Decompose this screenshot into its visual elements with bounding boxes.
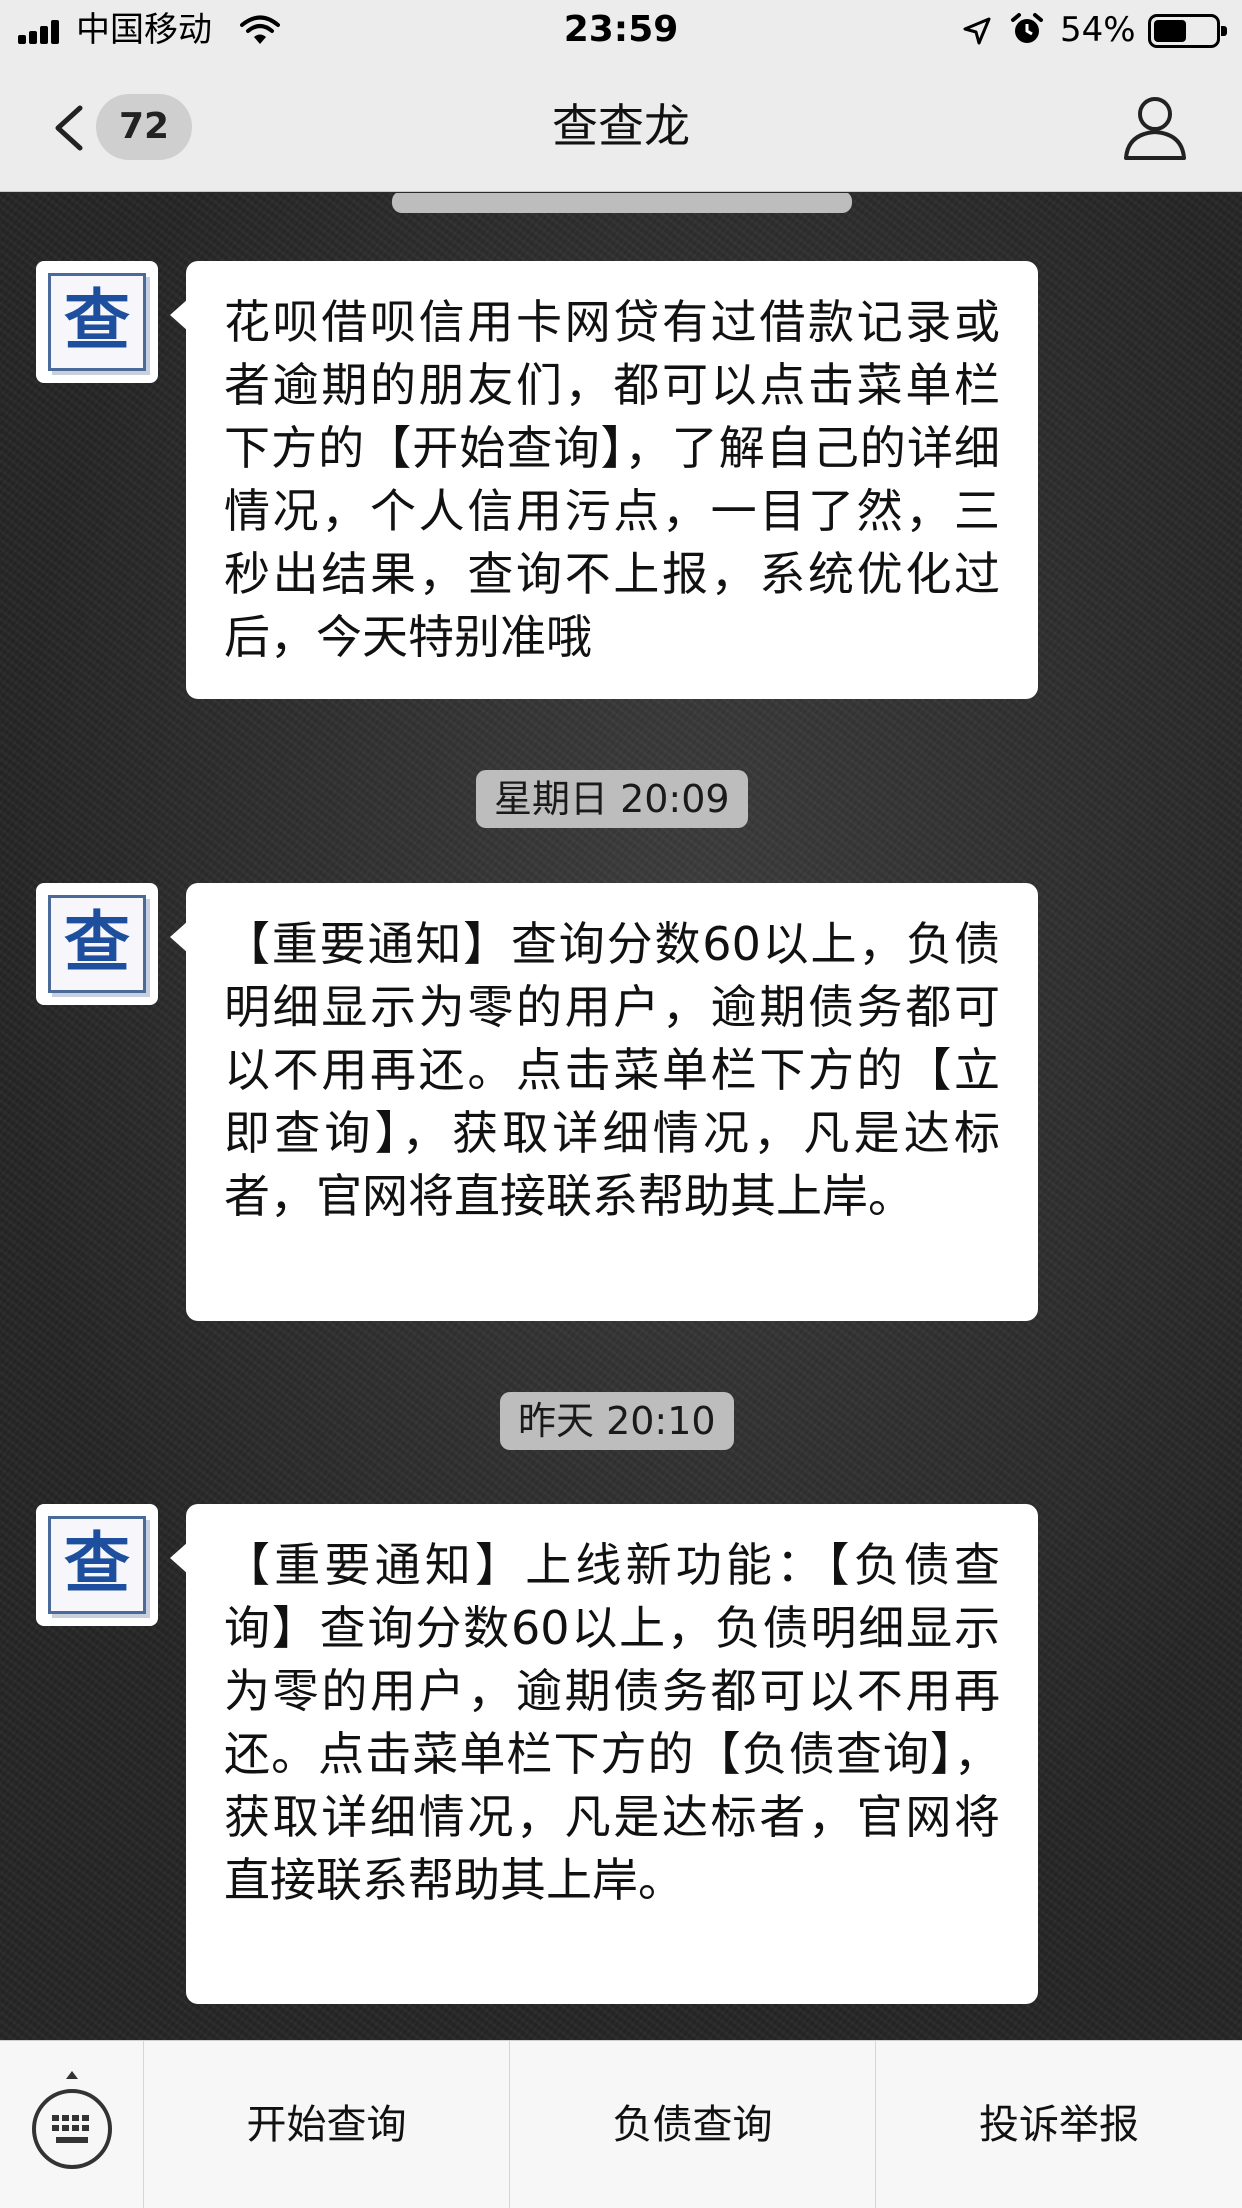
avatar-glyph: 查 — [64, 281, 130, 359]
battery-percentage: 54% — [1060, 10, 1136, 50]
avatar[interactable]: 查 — [36, 883, 158, 1005]
message-bubble[interactable]: 花呗借呗信用卡网贷有过借款记录或者逾期的朋友们，都可以点击菜单栏下方的【开始查询… — [170, 261, 1038, 699]
avatar[interactable]: 查 — [36, 261, 158, 383]
chat-area[interactable]: 查 花呗借呗信用卡网贷有过借款记录或者逾期的朋友们，都可以点击菜单栏下方的【开始… — [0, 193, 1242, 2040]
avatar[interactable]: 查 — [36, 1504, 158, 1626]
avatar-glyph: 查 — [64, 903, 130, 981]
message-bubble[interactable]: 【重要通知】查询分数60以上，负债明细显示为零的用户，逾期债务都可以不用再还。点… — [170, 883, 1038, 1321]
timestamp-pill: 昨天 20:10 — [500, 1392, 734, 1450]
menu-item-report-complaint[interactable]: 投诉举报 — [876, 2041, 1242, 2208]
battery-level-fill — [1154, 20, 1186, 42]
keyboard-toggle-button[interactable] — [0, 2041, 144, 2208]
status-bar: 中国移动 23:59 54% — [0, 0, 1242, 62]
menu-bar: 开始查询 负债查询 投诉举报 — [0, 2040, 1242, 2208]
timestamp-pill-cutoff — [392, 193, 852, 213]
battery-icon — [1148, 14, 1227, 48]
timestamp-pill: 星期日 20:09 — [476, 770, 748, 828]
menu-item-start-query[interactable]: 开始查询 — [144, 2041, 510, 2208]
menu-item-debt-query[interactable]: 负债查询 — [510, 2041, 876, 2208]
navigation-bar: 72 查查龙 — [0, 62, 1242, 192]
location-arrow-icon — [963, 17, 991, 45]
clock: 23:59 — [563, 9, 679, 50]
profile-icon[interactable] — [1122, 92, 1188, 162]
alarm-clock-icon — [1011, 13, 1043, 43]
message-bubble[interactable]: 【重要通知】上线新功能：【负债查询】查询分数60以上，负债明细显示为零的用户，逾… — [170, 1504, 1038, 2004]
keyboard-icon — [32, 2071, 112, 2169]
avatar-glyph: 查 — [64, 1524, 130, 1602]
page-title: 查查龙 — [552, 99, 690, 153]
